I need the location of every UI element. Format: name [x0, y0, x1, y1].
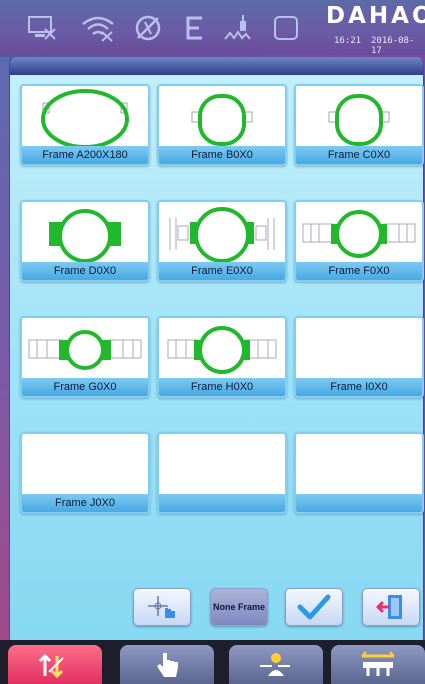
- tab-origin[interactable]: [229, 645, 323, 684]
- frame-tile[interactable]: Frame C0X0: [294, 84, 424, 166]
- frame-tile[interactable]: [157, 432, 287, 514]
- exit-door-icon: [376, 595, 402, 619]
- frame-label: Frame B0X0: [159, 146, 285, 164]
- empty-slot: [159, 434, 285, 498]
- frame-swap-icon: [38, 653, 64, 678]
- hand-pointer-icon: [157, 652, 178, 677]
- status-bar: DAHAO 16:21 2016-08-17: [0, 0, 425, 56]
- frame-c-hoop-icon: [296, 86, 422, 150]
- frame-label: Frame E0X0: [159, 262, 285, 280]
- panel-header: [10, 57, 423, 75]
- frame-j-empty: [22, 434, 148, 498]
- tab-frame-swap[interactable]: [8, 645, 102, 684]
- brand-logo: DAHAO: [326, 3, 425, 29]
- tab-manual-move[interactable]: [120, 645, 214, 684]
- frame-label: [159, 494, 285, 512]
- wifi-off-icon: [78, 0, 118, 55]
- frame-tile[interactable]: [294, 432, 424, 514]
- frame-d-hoop-icon: [22, 202, 148, 266]
- needle-bar-icon: [361, 650, 395, 676]
- frame-label: Frame D0X0: [22, 262, 148, 280]
- screen: DAHAO 16:21 2016-08-17 Frame A200X180 Fr…: [0, 0, 425, 684]
- frame-label: Frame C0X0: [296, 146, 422, 164]
- none-frame-button[interactable]: None Frame: [210, 588, 268, 626]
- frame-tile[interactable]: Frame E0X0: [157, 200, 287, 282]
- frame-f-hoop-icon: [296, 202, 422, 266]
- checkmark-icon: [297, 594, 331, 620]
- frame-tile[interactable]: Frame J0X0: [20, 432, 150, 514]
- frame-tile[interactable]: Frame D0X0: [20, 200, 150, 282]
- pen-signal-icon: [220, 0, 260, 55]
- frame-label: Frame I0X0: [296, 378, 422, 396]
- frame-label: Frame H0X0: [159, 378, 285, 396]
- clock: 16:21: [334, 36, 362, 46]
- frame-tile[interactable]: Frame I0X0: [294, 316, 424, 398]
- crosshair-hand-icon: [148, 596, 175, 618]
- frame-label: Frame F0X0: [296, 262, 422, 280]
- exit-button[interactable]: [362, 588, 420, 626]
- e-mode-icon: [178, 0, 212, 55]
- confirm-button[interactable]: [285, 588, 343, 626]
- frame-tile[interactable]: Frame G0X0: [20, 316, 150, 398]
- frame-label: [296, 494, 422, 512]
- date: 2016-08-17: [371, 36, 415, 56]
- frame-tile[interactable]: Frame H0X0: [157, 316, 287, 398]
- frame-tile[interactable]: Frame A200X180: [20, 84, 150, 166]
- frame-label: Frame G0X0: [22, 378, 148, 396]
- frame-b-hoop-icon: [159, 86, 285, 150]
- frame-label: Frame J0X0: [22, 494, 148, 512]
- no-needle-icon: [128, 0, 168, 55]
- frame-e-hoop-icon: [159, 202, 285, 266]
- blank-square-icon: [268, 0, 304, 55]
- origin-point-icon: [260, 652, 290, 676]
- frame-h-hoop-icon: [159, 318, 285, 382]
- frame-i-empty: [296, 318, 422, 382]
- frame-label: Frame A200X180: [22, 146, 148, 164]
- frame-g-hoop-icon: [22, 318, 148, 382]
- left-edge: [0, 57, 9, 640]
- center-frame-button[interactable]: [133, 588, 191, 626]
- frame-tile[interactable]: Frame B0X0: [157, 84, 287, 166]
- tab-needles[interactable]: [331, 645, 425, 684]
- frame-tile[interactable]: Frame F0X0: [294, 200, 424, 282]
- computer-icon: [24, 0, 60, 55]
- empty-slot: [296, 434, 422, 498]
- frame-a-hoop-icon: [22, 86, 148, 150]
